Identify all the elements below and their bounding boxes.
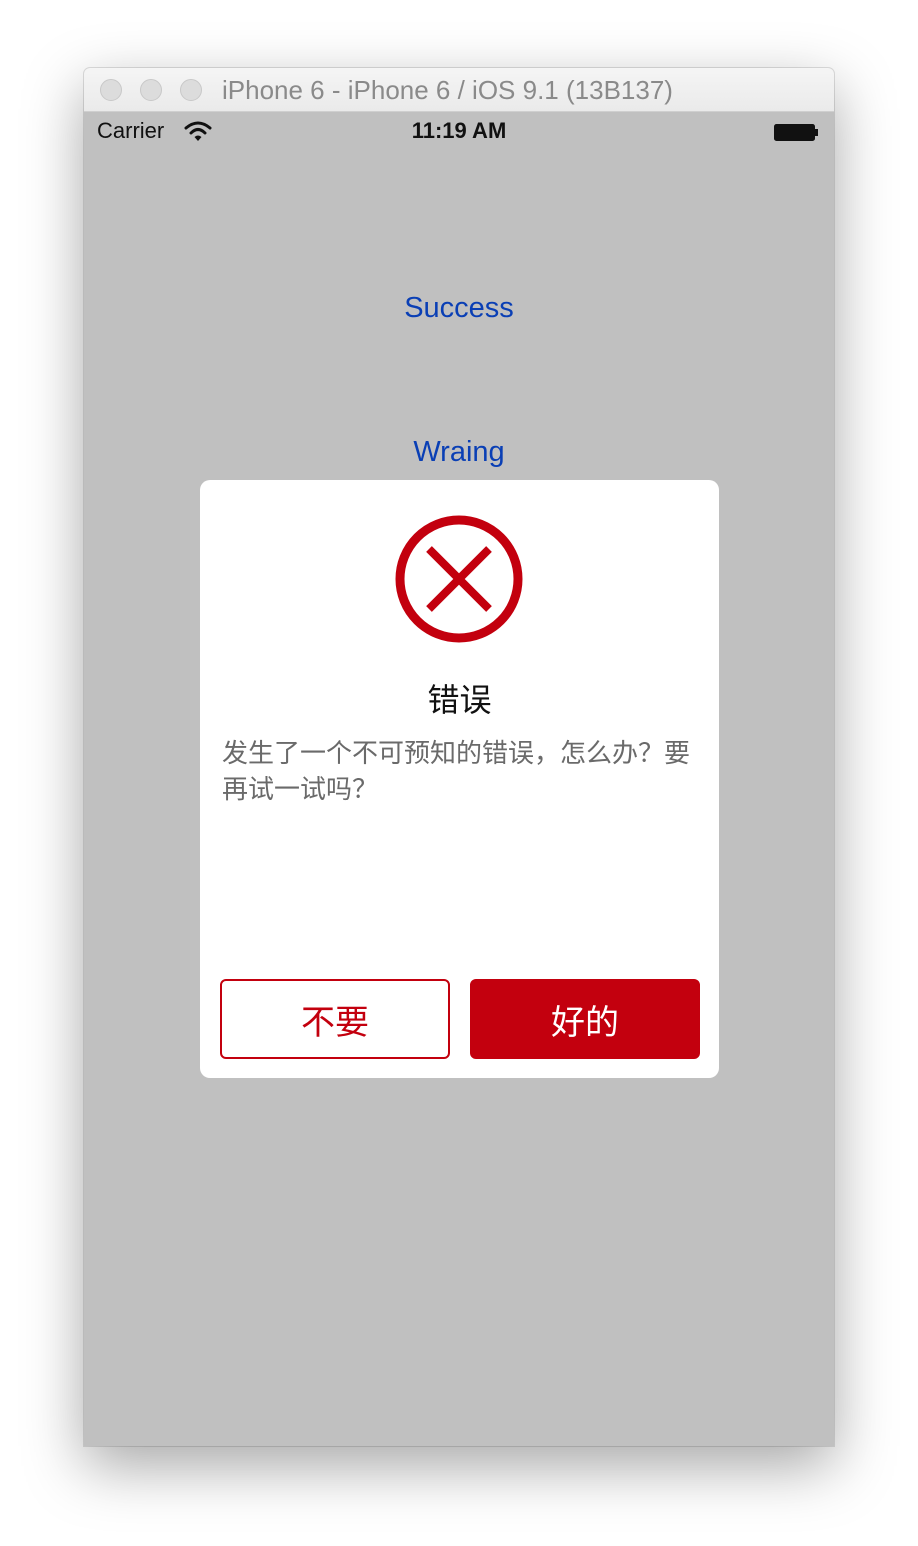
simulator-window: iPhone 6 - iPhone 6 / iOS 9.1 (13B137) C… <box>84 68 834 1446</box>
status-time: 11:19 AM <box>411 118 507 143</box>
alert-message: 发生了一个不可预知的错误，怎么办？要再试一试吗？ <box>222 739 691 805</box>
battery-icon <box>774 124 818 141</box>
minimize-window-button[interactable] <box>140 79 162 101</box>
warning-button[interactable]: Wraing <box>138 436 780 469</box>
title-bar: iPhone 6 - iPhone 6 / iOS 9.1 (13B137) <box>84 68 834 112</box>
ok-button[interactable]: 好的 <box>470 979 700 1059</box>
window-title: iPhone 6 - iPhone 6 / iOS 9.1 (13B137) <box>222 75 673 105</box>
success-button[interactable]: Success <box>138 292 780 325</box>
zoom-window-button[interactable] <box>180 79 202 101</box>
close-window-button[interactable] <box>100 79 122 101</box>
error-alert-dialog: 错误 发生了一个不可预知的错误，怎么办？要再试一试吗？ 不要 好的 <box>200 480 719 1078</box>
error-x-circle-icon <box>395 515 523 643</box>
alert-title: 错误 <box>427 681 492 719</box>
status-bar: Carrier 11:19 AM <box>84 112 834 154</box>
cancel-button[interactable]: 不要 <box>220 979 450 1059</box>
